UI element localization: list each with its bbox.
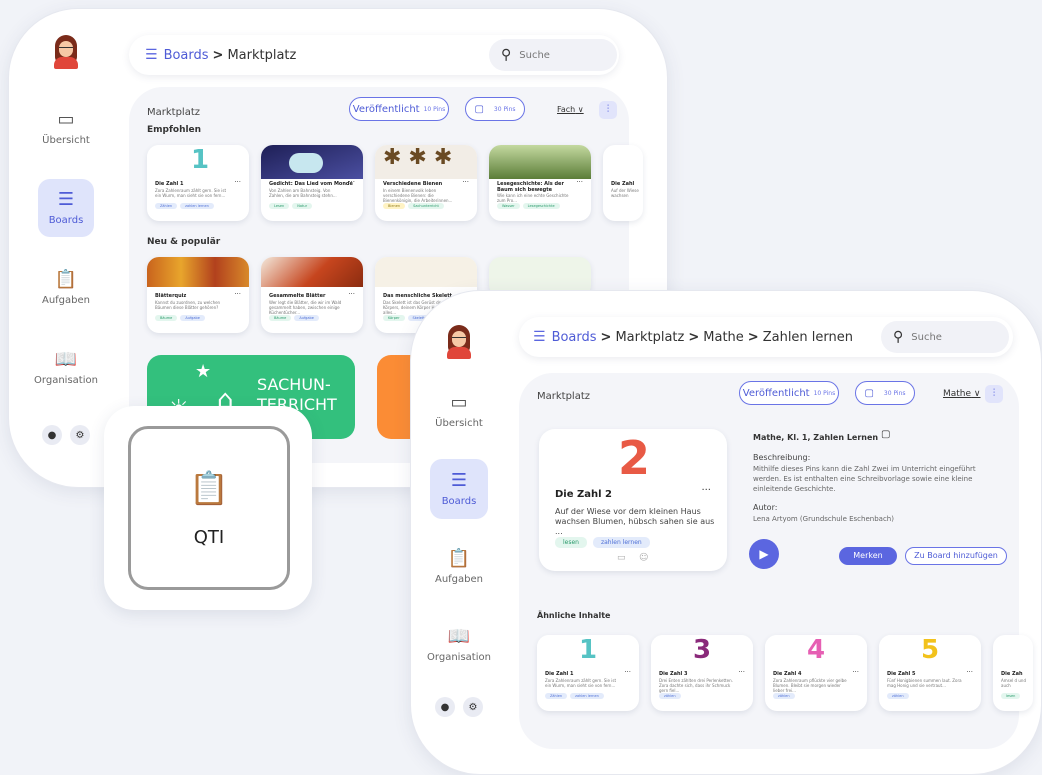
nav-rail: ▭ Übersicht ☰ Boards 📋 Aufgaben 📖 Organi…: [423, 325, 495, 745]
page-title: Marktplatz: [147, 107, 201, 118]
nav-label: Boards: [48, 214, 84, 226]
layout-icon: ▭: [450, 391, 468, 413]
pin-card[interactable]: Lesegeschichte: Als der Baum sich bewegt…: [489, 145, 591, 221]
stack-icon: ☰: [450, 469, 468, 491]
nav-item-organisation[interactable]: 📖 Organisation: [34, 339, 98, 397]
qti-button[interactable]: 📋 QTI: [128, 426, 290, 590]
chat-icon[interactable]: ●: [42, 425, 62, 445]
gear-icon[interactable]: ⚙: [463, 697, 483, 717]
book-icon: 📖: [54, 348, 78, 370]
content-area: Marktplatz Veröffentlicht 10 Pins ▢ 30 Pin…: [519, 373, 1033, 749]
pin-card[interactable]: ✱ ✱ ✱ Verschiedene Bienen ··· In einem Bi…: [375, 145, 477, 221]
pin-meta: Mathe, Kl. 1, Zahlen Lernen: [753, 433, 879, 442]
pin-title: Die Zahl 2: [555, 489, 612, 500]
nav-label: Übersicht: [42, 134, 90, 146]
play-button[interactable]: ▶: [749, 539, 779, 569]
emoji-icon[interactable]: ☺: [639, 553, 648, 563]
breadcrumb: ☰ Boards > Marktplatz: [145, 47, 297, 63]
avatar[interactable]: [446, 325, 472, 359]
nav-item-aufgaben[interactable]: 📋 Aufgaben: [430, 537, 488, 597]
published-filter-button[interactable]: Veröffentlicht 10 Pins: [349, 97, 449, 121]
similar-card[interactable]: 1 Die Zahl 1 ··· Zora Zahlenraum zählt ge…: [537, 635, 639, 711]
search-icon: ⚲: [893, 329, 904, 345]
subject-dropdown[interactable]: Fach ∨: [557, 105, 584, 114]
comment-icon[interactable]: ▭: [617, 553, 626, 563]
pin-card[interactable]: Die Zahl Auf der Wiese wachsen: [603, 145, 643, 221]
chat-icon[interactable]: ●: [435, 697, 455, 717]
breadcrumb-marktplatz[interactable]: Marktplatz: [615, 330, 684, 345]
description-label: Beschreibung:: [753, 453, 811, 462]
nav-item-uebersicht[interactable]: ▭ Übersicht: [38, 99, 94, 157]
pins-button[interactable]: ▢ 30 Pins: [855, 381, 915, 405]
gear-icon[interactable]: ⚙: [70, 425, 90, 445]
front-window: ▭ Übersicht ☰ Boards 📋 Aufgaben 📖 Organi…: [410, 290, 1042, 775]
similar-card[interactable]: Die Zah Amsel d und auch lesen: [993, 635, 1033, 711]
author-name: Lena Artyom (Grundschule Eschenbach): [753, 515, 894, 523]
tag: lesen: [555, 537, 587, 548]
stack-icon: ☰: [57, 188, 75, 210]
book-icon: 📖: [447, 625, 471, 647]
pin-card[interactable]: Gedicht: Das Lied vom Monde ··· Von Zahle…: [261, 145, 363, 221]
avatar[interactable]: [53, 35, 79, 69]
pin-card[interactable]: Blätterquiz ··· Kannst du zuordnen, zu we…: [147, 257, 249, 333]
tag: zahlen lernen: [592, 537, 650, 548]
layout-icon: ▭: [57, 108, 75, 130]
page-title: Marktplatz: [537, 391, 591, 402]
author-label: Autor:: [753, 503, 778, 512]
nav-label: Organisation: [34, 374, 98, 386]
filter-sliders-icon[interactable]: ⫶: [599, 101, 617, 119]
nav-rail: ▭ Übersicht ☰ Boards 📋 Aufgaben 📖 Organi…: [31, 35, 101, 455]
section-recommended: Empfohlen: [147, 125, 202, 135]
breadcrumb-current[interactable]: Zahlen lernen: [763, 330, 853, 345]
subject-dropdown[interactable]: Mathe ∨: [943, 389, 981, 399]
similar-card[interactable]: 3 Die Zahl 3 ··· Drei Enten zählten drei …: [651, 635, 753, 711]
pin-illustration: 2: [617, 431, 650, 485]
top-bar: ☰ Boards > Marktplatz ⚲ Suche: [129, 35, 619, 75]
bookmark-icon: ▢: [864, 387, 874, 399]
pin-card[interactable]: 1 Die Zahl 1 ··· Zora Zahlenraum zählt ge…: [147, 145, 249, 221]
nav-item-organisation[interactable]: 📖 Organisation: [426, 615, 492, 675]
save-button[interactable]: Merken: [839, 547, 897, 565]
bookmark-icon[interactable]: ▢: [881, 429, 890, 440]
pins-button[interactable]: ▢ 30 Pins: [465, 97, 525, 121]
search-input[interactable]: ⚲ Suche: [489, 39, 617, 71]
clipboard-icon: 📋: [54, 268, 78, 290]
clipboard-icon: 📋: [447, 547, 471, 569]
similar-card[interactable]: 5 Die Zahl 5 ··· Fünf Honigbienen summen …: [879, 635, 981, 711]
breadcrumb-current[interactable]: Marktplatz: [227, 48, 296, 63]
description-text: Mithilfe dieses Pins kann die Zahl Zwei …: [753, 465, 976, 493]
breadcrumb: ☰ Boards > Marktplatz > Mathe > Zahlen l…: [533, 329, 853, 345]
pin-description: Auf der Wiese vor dem kleinen Haus wachs…: [555, 507, 715, 536]
add-to-board-button[interactable]: Zu Board hinzufügen: [905, 547, 1007, 565]
qti-label: QTI: [193, 526, 225, 548]
search-input[interactable]: ⚲ Suche: [881, 321, 1009, 353]
more-icon[interactable]: ···: [701, 485, 711, 496]
nav-item-boards[interactable]: ☰ Boards: [430, 459, 488, 519]
section-similar: Ähnliche Inhalte: [537, 611, 611, 620]
nav-item-boards[interactable]: ☰ Boards: [38, 179, 94, 237]
stack-icon: ☰: [145, 47, 158, 63]
breadcrumb-boards[interactable]: Boards: [552, 330, 597, 345]
qti-popup: 📋 QTI: [104, 406, 312, 610]
pin-card-main[interactable]: 2 Die Zahl 2 ··· Auf der Wiese vor dem k…: [539, 429, 727, 571]
bookmark-icon: ▢: [474, 103, 484, 115]
breadcrumb-boards[interactable]: Boards: [164, 48, 209, 63]
published-filter-button[interactable]: Veröffentlicht 10 Pins: [739, 381, 839, 405]
breadcrumb-mathe[interactable]: Mathe: [703, 330, 744, 345]
star-icon: ★: [195, 361, 212, 382]
nav-item-aufgaben[interactable]: 📋 Aufgaben: [38, 259, 94, 317]
similar-card[interactable]: 4 Die Zahl 4 ··· Zora Zahlenraum pflückte…: [765, 635, 867, 711]
search-icon: ⚲: [501, 47, 512, 63]
clipboard-icon: 📋: [189, 468, 229, 507]
pin-card[interactable]: Gesammelte Blätter ··· Wer legt die Blätt…: [261, 257, 363, 333]
nav-label: Aufgaben: [41, 294, 90, 306]
top-bar: ☰ Boards > Marktplatz > Mathe > Zahlen l…: [519, 317, 1013, 357]
nav-item-uebersicht[interactable]: ▭ Übersicht: [430, 381, 488, 441]
section-new: Neu & populär: [147, 237, 221, 247]
stack-icon: ☰: [533, 329, 546, 345]
filter-sliders-icon[interactable]: ⫶: [985, 385, 1003, 403]
